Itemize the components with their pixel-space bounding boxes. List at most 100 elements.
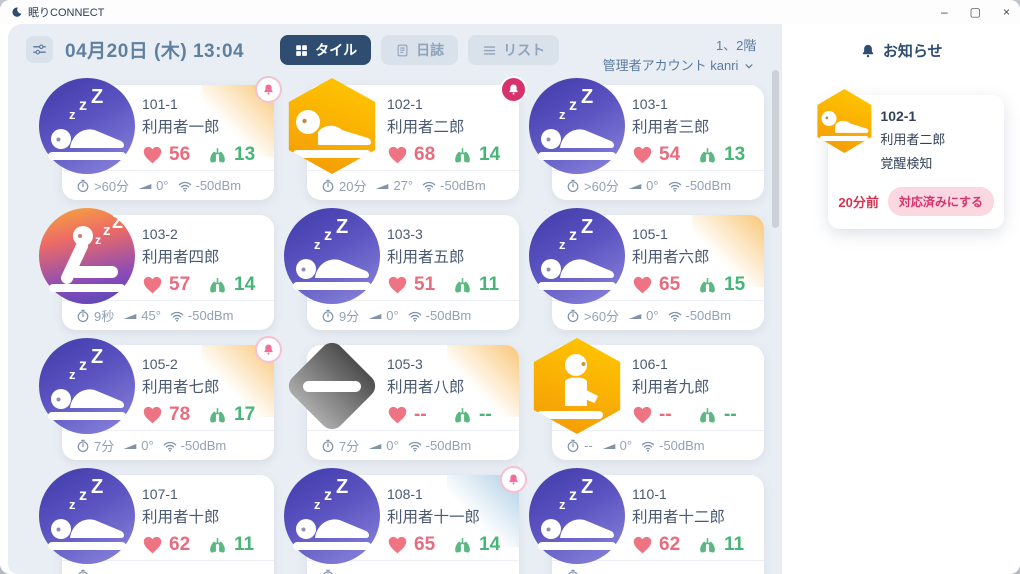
heart-rate-value: 51 [414,274,440,296]
bed-angle-value: 0° [620,438,632,453]
room-number: 101-1 [142,96,264,112]
respiration-value: 13 [234,144,255,166]
lungs-icon [452,145,473,166]
sleeping-person-icon [284,208,380,304]
resident-card-106-1[interactable]: 106-1 利用者九郎 -- -- -- 0° [552,345,764,460]
tab-list[interactable]: リスト [468,35,559,65]
duration-clock-icon [75,568,91,574]
notification-event: 覚醒検知 [880,153,994,172]
bell-icon [262,83,275,96]
bell-icon [262,343,275,356]
resident-card-105-2[interactable]: 105-2 利用者七郎 78 17 7分 0° [62,345,274,460]
bell-badge-active[interactable] [500,76,527,103]
signal-value: -50dBm [686,178,732,193]
bed-angle-value: 0° [646,308,658,323]
notification-panel: お知らせ 102-1 利用者二郎 覚醒検知 20分前 対応済みにする [782,24,1020,574]
bed-angle-value: 0° [386,438,398,453]
lungs-icon [207,405,228,426]
main-scrollbar-thumb[interactable] [772,70,779,228]
respiration-value: 11 [234,534,254,556]
resident-name: 利用者六郎 [632,245,754,267]
room-number: 106-1 [632,356,754,372]
filter-icon [31,41,48,58]
reclined-sleeping-person-icon [39,208,135,304]
lungs-icon [452,275,473,296]
notification-title: お知らせ [883,40,943,61]
mark-handled-button[interactable]: 対応済みにする [888,187,994,216]
tab-tile-label: タイル [315,40,357,60]
maximize-button[interactable]: ▢ [970,6,981,18]
resident-card-108-1[interactable]: 108-1 利用者十一郎 65 14 [307,475,519,574]
room-number: 110-1 [632,486,754,502]
sleeping-person-icon [39,338,135,434]
sleeping-person-icon [529,78,625,174]
bell-badge[interactable] [255,336,282,363]
room-number: 105-2 [142,356,264,372]
duration-clock-icon [565,178,581,194]
notification-item[interactable]: 102-1 利用者二郎 覚醒検知 20分前 対応済みにする [828,95,1004,229]
heart-rate-value: -- [659,404,685,426]
bed-angle-value: 45° [141,308,161,323]
card-footer: 7分 0° -50dBm [307,430,519,460]
duration-value: 7分 [339,436,359,455]
tab-tile[interactable]: タイル [280,35,371,65]
duration-clock-icon [565,308,581,324]
resident-card-105-1[interactable]: 105-1 利用者六郎 65 15 >60分 0° [552,215,764,330]
card-footer: 7分 0° -50dBm [62,430,274,460]
heart-icon [632,275,653,296]
heart-rate-value: 62 [659,534,685,556]
view-switcher: タイル 日誌 リスト [280,35,559,65]
floor-label: 1、2階 [603,36,757,56]
lungs-icon [697,275,718,296]
bell-badge[interactable] [255,76,282,103]
account-dropdown[interactable]: 管理者アカウント kanri [603,56,757,76]
tab-journal[interactable]: 日誌 [381,35,458,65]
bed-angle-value: 0° [386,308,398,323]
heart-icon [142,145,163,166]
respiration-value: 14 [234,274,255,296]
heart-icon [387,405,408,426]
bell-badge[interactable] [500,466,527,493]
lungs-icon [207,535,228,556]
duration-clock-icon [75,308,91,324]
window-title: 眠りCONNECT [28,4,104,20]
resident-card-102-1[interactable]: 102-1 利用者二郎 68 14 20分 27° [307,85,519,200]
duration-clock-icon [75,438,91,454]
duration-clock-icon [565,568,581,574]
resident-card-107-1[interactable]: 107-1 利用者十郎 62 11 [62,475,274,574]
respiration-value: 14 [479,144,500,166]
filter-button[interactable] [26,36,53,63]
respiration-value: 17 [234,404,255,426]
signal-value: -50dBm [188,308,234,323]
resident-card-103-2[interactable]: 103-2 利用者四郎 57 14 9秒 45° [62,215,274,330]
minimize-button[interactable]: – [941,6,948,18]
resident-name: 利用者三郎 [632,115,754,137]
room-number: 103-3 [387,226,509,242]
duration-clock-icon [320,308,336,324]
room-number: 105-3 [387,356,509,372]
resident-card-110-1[interactable]: 110-1 利用者十二郎 62 11 [552,475,764,574]
bed-angle-value: 0° [141,438,153,453]
resident-card-105-3[interactable]: 105-3 利用者八郎 -- -- 7分 0° [307,345,519,460]
card-footer: >60分 0° -50dBm [552,300,764,330]
resident-card-103-1[interactable]: 103-1 利用者三郎 54 13 >60分 0° [552,85,764,200]
card-footer: 20分 27° -50dBm [307,170,519,200]
title-bar: 眠りCONNECT – ▢ × [0,0,1020,24]
room-number: 102-1 [387,96,509,112]
chevron-down-icon [742,59,756,73]
wifi-signal-icon [421,178,437,194]
close-button[interactable]: × [1003,6,1010,18]
bed-angle-icon [627,308,643,324]
duration-value: -- [584,438,593,453]
bed-angle-icon [122,438,138,454]
resident-card-103-3[interactable]: 103-3 利用者五郎 51 11 9分 0° [307,215,519,330]
resident-name: 利用者二郎 [387,115,509,137]
list-icon [482,43,497,58]
room-number: 103-2 [142,226,264,242]
resident-card-101-1[interactable]: 101-1 利用者一郎 56 13 >60分 0° [62,85,274,200]
heart-icon [142,405,163,426]
signal-value: -50dBm [181,438,227,453]
heart-rate-value: 57 [169,274,195,296]
bed-angle-icon [374,178,390,194]
heart-icon [632,145,653,166]
